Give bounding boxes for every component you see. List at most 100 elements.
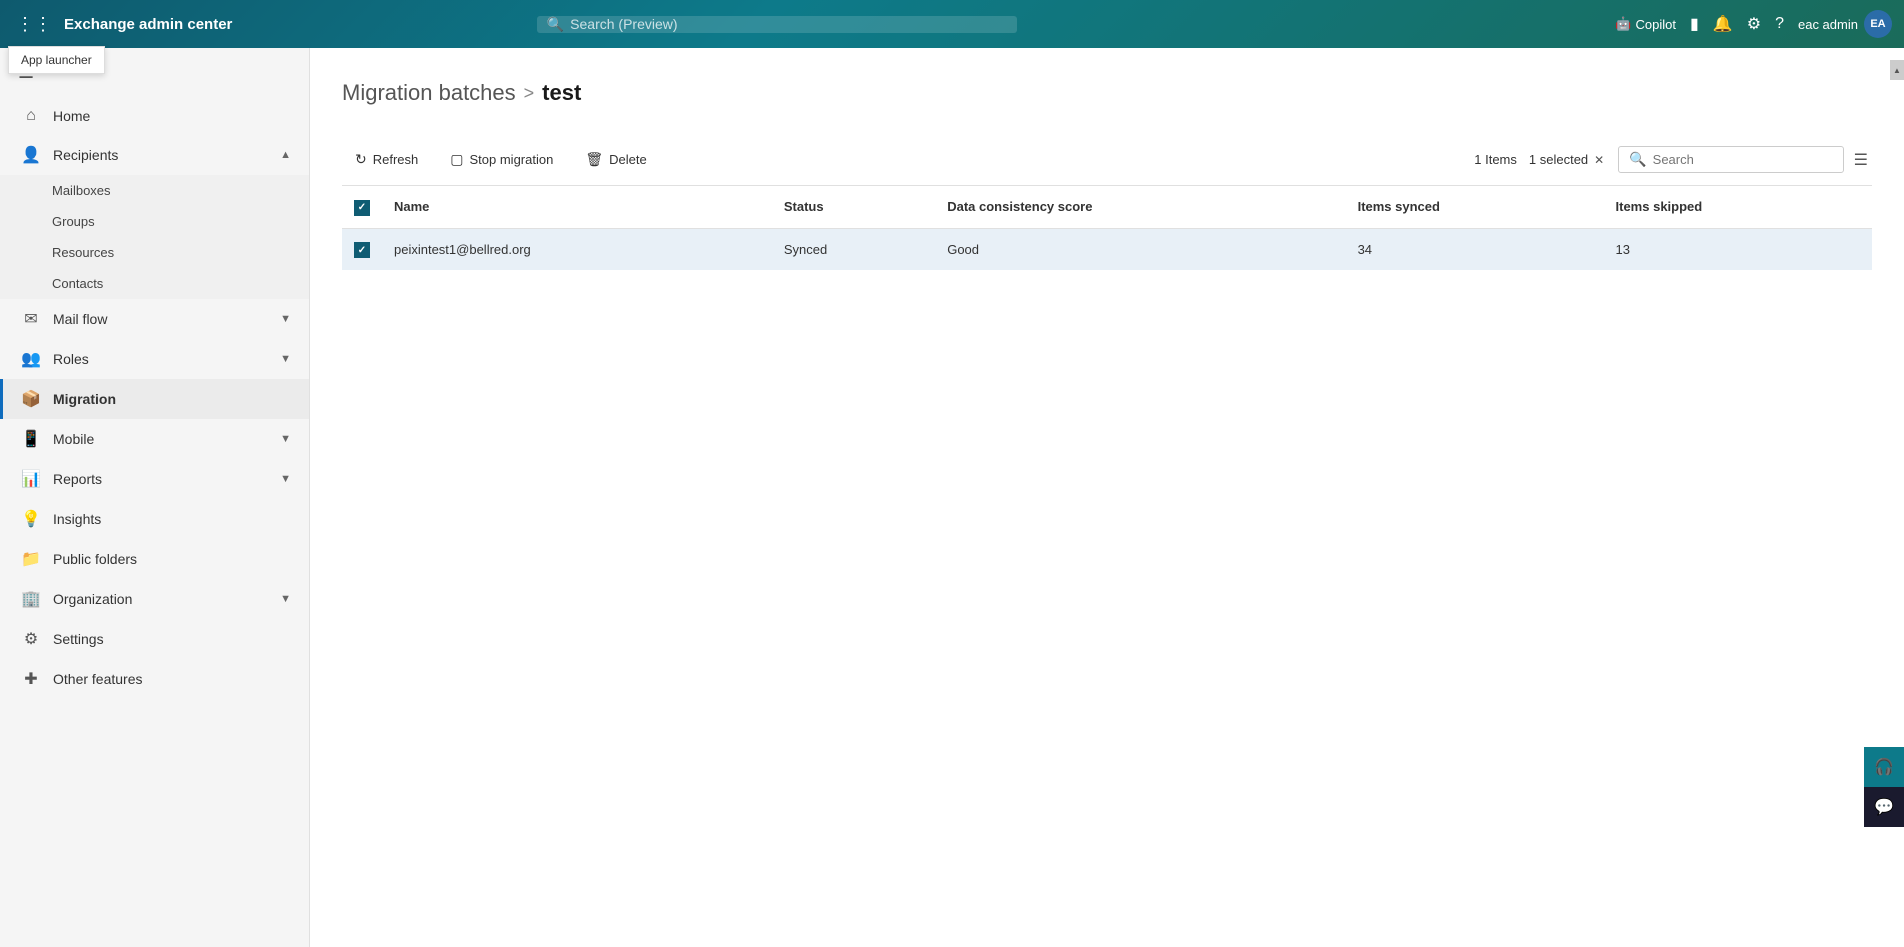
- sidebar-item-otherfeatures[interactable]: ✚ Other features: [0, 659, 309, 699]
- col-header-items-skipped: Items skipped: [1604, 186, 1872, 228]
- user-menu[interactable]: eac admin EA: [1798, 10, 1892, 38]
- chevron-down-icon-org: ▼: [280, 593, 291, 605]
- user-name-label: eac admin: [1798, 17, 1858, 32]
- app-title: Exchange admin center: [64, 16, 232, 33]
- items-count: 1 Items: [1474, 152, 1517, 167]
- notification-icon[interactable]: 🔔: [1713, 14, 1733, 34]
- breadcrumb: Migration batches > test: [342, 80, 1872, 106]
- sidebar-item-organization[interactable]: 🏢 Organization ▼: [0, 579, 309, 619]
- sidebar-item-mobile[interactable]: 📱 Mobile ▼: [0, 419, 309, 459]
- sidebar-item-groups[interactable]: Groups: [0, 206, 309, 237]
- search-box[interactable]: 🔍: [1618, 146, 1843, 173]
- sidebar-label-recipients: Recipients: [53, 147, 118, 163]
- chevron-down-icon-mobile: ▼: [280, 433, 291, 445]
- sidebar-item-migration[interactable]: 📦 Migration: [0, 379, 309, 419]
- selected-count: 1 selected: [1529, 152, 1588, 167]
- chevron-down-icon-reports: ▼: [280, 473, 291, 485]
- col-header-dcs: Data consistency score: [935, 186, 1345, 228]
- sidebar-item-resources[interactable]: Resources: [0, 237, 309, 268]
- sidebar-item-roles[interactable]: 👥 Roles ▼: [0, 339, 309, 379]
- help-icon[interactable]: ?: [1775, 15, 1784, 33]
- sidebar-item-mailboxes[interactable]: Mailboxes: [0, 175, 309, 206]
- chevron-down-icon: ▼: [280, 313, 291, 325]
- sidebar-label-organization: Organization: [53, 591, 132, 607]
- topbar: ⋮⋮ App launcher Exchange admin center 🔍 …: [0, 0, 1904, 48]
- sidebar-item-contacts[interactable]: Contacts: [0, 268, 309, 299]
- sidebar-label-home: Home: [53, 108, 90, 124]
- roles-icon: 👥: [21, 349, 41, 369]
- app-launcher-tooltip: App launcher: [8, 46, 105, 74]
- row-checkbox[interactable]: [354, 242, 370, 258]
- migration-icon: 📦: [21, 389, 41, 409]
- copilot-button[interactable]: 🤖 Copilot: [1615, 16, 1676, 32]
- cell-status: Synced: [772, 228, 935, 270]
- chat-button[interactable]: 💬: [1864, 787, 1904, 827]
- refresh-button[interactable]: ↻ Refresh: [342, 144, 431, 175]
- search-input[interactable]: [1653, 152, 1833, 167]
- cell-items-synced: 34: [1346, 228, 1604, 270]
- header-checkbox-cell[interactable]: [342, 186, 382, 228]
- settings-nav-icon: ⚙: [21, 629, 41, 649]
- mobile-icon: 📱: [21, 429, 41, 449]
- col-header-status: Status: [772, 186, 935, 228]
- publicfolders-icon: 📁: [21, 549, 41, 569]
- clear-selection-button[interactable]: ✕: [1594, 153, 1604, 167]
- sidebar-label-migration: Migration: [53, 391, 116, 407]
- select-all-checkbox[interactable]: [354, 200, 370, 216]
- data-table: Name Status Data consistency score Items…: [342, 186, 1872, 270]
- stop-migration-button[interactable]: ▢ Stop migration: [437, 144, 566, 175]
- sidebar-label-reports: Reports: [53, 471, 102, 487]
- app-launcher-button[interactable]: ⋮⋮: [12, 10, 56, 39]
- table-row[interactable]: peixintest1@bellred.org Synced Good 34 1…: [342, 228, 1872, 270]
- row-checkbox-cell[interactable]: [342, 228, 382, 270]
- copilot-icon: 🤖: [1615, 16, 1631, 32]
- reports-icon: 📊: [21, 469, 41, 489]
- col-header-name: Name: [382, 186, 772, 228]
- support-button[interactable]: 🎧: [1864, 747, 1904, 787]
- sidebar-label-settings: Settings: [53, 631, 104, 647]
- screen-icon[interactable]: ▮: [1690, 14, 1699, 34]
- sidebar-item-insights[interactable]: 💡 Insights: [0, 499, 309, 539]
- sidebar-label-otherfeatures: Other features: [53, 671, 143, 687]
- settings-icon[interactable]: ⚙: [1747, 14, 1761, 34]
- sidebar-item-home[interactable]: ⌂ Home: [0, 97, 309, 135]
- sidebar-item-settings[interactable]: ⚙ Settings: [0, 619, 309, 659]
- scroll-collapse-arrow[interactable]: ▲: [1890, 60, 1904, 80]
- search-box-icon: 🔍: [1629, 151, 1646, 168]
- recipients-icon: 👤: [21, 145, 41, 165]
- sidebar-label-roles: Roles: [53, 351, 89, 367]
- chat-icon: 💬: [1874, 797, 1894, 817]
- body-layout: ☰ ⌂ Home 👤 Recipients ▲ Mailboxes Groups…: [0, 48, 1904, 947]
- sidebar-label-mobile: Mobile: [53, 431, 94, 447]
- refresh-icon: ↻: [355, 151, 367, 168]
- headset-icon: 🎧: [1874, 757, 1894, 777]
- topbar-right-actions: 🤖 Copilot ▮ 🔔 ⚙ ? eac admin EA: [1615, 10, 1892, 38]
- global-search-input[interactable]: [570, 16, 1007, 32]
- home-icon: ⌂: [21, 107, 41, 125]
- toolbar: ↻ Refresh ▢ Stop migration 🗑 Delete 1 It…: [342, 134, 1872, 186]
- filter-icon: ☰: [1854, 152, 1868, 169]
- sidebar-item-mailflow[interactable]: ✉ Mail flow ▼: [0, 299, 309, 339]
- organization-icon: 🏢: [21, 589, 41, 609]
- sidebar-label-publicfolders: Public folders: [53, 551, 137, 567]
- avatar: EA: [1864, 10, 1892, 38]
- sidebar-item-publicfolders[interactable]: 📁 Public folders: [0, 539, 309, 579]
- stop-migration-icon: ▢: [450, 151, 463, 168]
- delete-icon: 🗑: [585, 151, 603, 168]
- sidebar: ☰ ⌂ Home 👤 Recipients ▲ Mailboxes Groups…: [0, 48, 310, 947]
- selected-badge: 1 selected ✕: [1529, 152, 1604, 167]
- breadcrumb-parent[interactable]: Migration batches: [342, 80, 516, 106]
- side-actions: 🎧 💬: [1864, 747, 1904, 827]
- sidebar-item-reports[interactable]: 📊 Reports ▼: [0, 459, 309, 499]
- grid-icon: ⋮⋮: [16, 14, 52, 35]
- filter-button[interactable]: ☰: [1850, 146, 1872, 174]
- sidebar-label-insights: Insights: [53, 511, 101, 527]
- main-content: Migration batches > test ↻ Refresh ▢ Sto…: [310, 48, 1904, 947]
- cell-dcs: Good: [935, 228, 1345, 270]
- cell-items-skipped: 13: [1604, 228, 1872, 270]
- global-search-bar[interactable]: 🔍: [537, 16, 1017, 33]
- chevron-down-icon-roles: ▼: [280, 353, 291, 365]
- sidebar-item-recipients[interactable]: 👤 Recipients ▲: [0, 135, 309, 175]
- delete-button[interactable]: 🗑 Delete: [572, 144, 659, 175]
- insights-icon: 💡: [21, 509, 41, 529]
